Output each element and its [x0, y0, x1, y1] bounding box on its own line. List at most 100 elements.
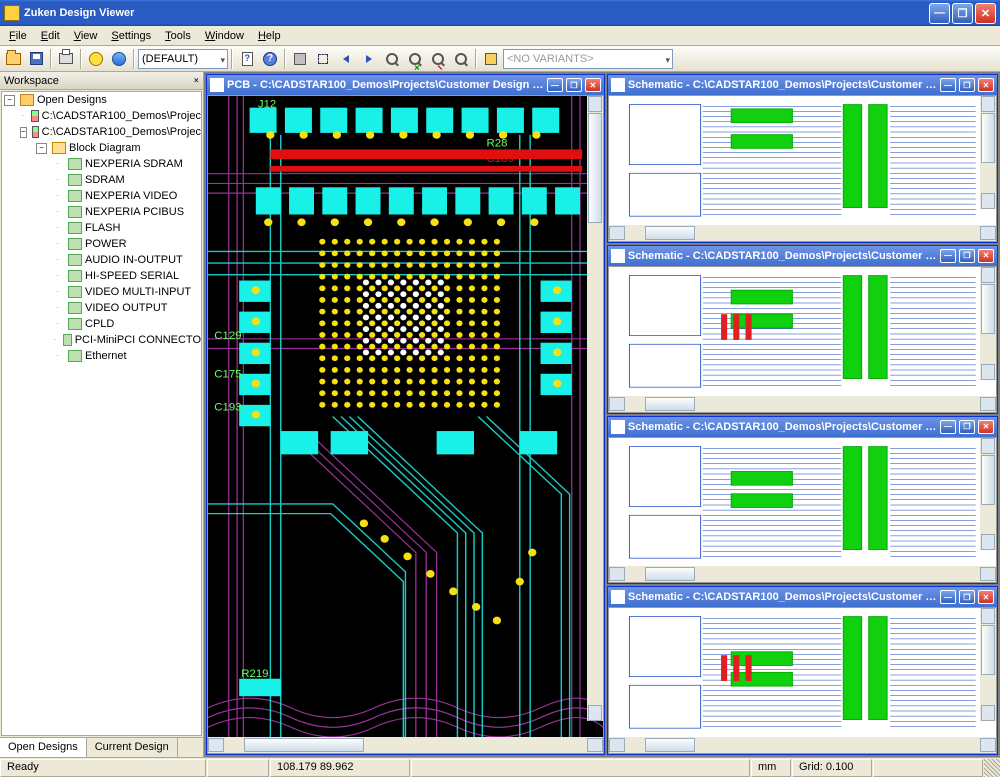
schematic-canvas[interactable]: [609, 267, 996, 396]
silk-c175: C175: [214, 369, 241, 381]
schematic-close-button[interactable]: ✕: [978, 78, 994, 92]
zoom-out-button[interactable]: [427, 48, 449, 70]
colors-button[interactable]: [85, 48, 107, 70]
menu-edit[interactable]: Edit: [34, 28, 67, 44]
pcb-scrollbar-v[interactable]: [587, 96, 603, 721]
tree-sheet[interactable]: Ethernet: [52, 348, 201, 364]
tab-current-design[interactable]: Current Design: [87, 738, 178, 757]
schematic-canvas[interactable]: [609, 438, 996, 567]
menu-view[interactable]: View: [67, 28, 105, 44]
variants-combo[interactable]: <NO VARIANTS>: [503, 49, 673, 69]
schematic-close-button[interactable]: ✕: [978, 249, 994, 263]
maximize-button[interactable]: ❐: [952, 3, 973, 24]
pcb-minimize-button[interactable]: —: [547, 78, 563, 92]
tree-sheet[interactable]: CPLD: [52, 316, 201, 332]
schematic-icon: [611, 590, 625, 604]
tree-sheet[interactable]: SDRAM: [52, 172, 201, 188]
schematic-icon: [611, 78, 625, 92]
schematic-scrollbar-v[interactable]: [980, 438, 996, 551]
close-button[interactable]: ✕: [975, 3, 996, 24]
schematic-maximize-button[interactable]: ❐: [959, 78, 975, 92]
schematic-minimize-button[interactable]: —: [940, 78, 956, 92]
tree-sheet[interactable]: VIDEO OUTPUT: [52, 300, 201, 316]
context-help-button[interactable]: [259, 48, 281, 70]
schematic-minimize-button[interactable]: —: [940, 420, 956, 434]
titlebar: Zuken Design Viewer — ❐ ✕: [0, 0, 1000, 26]
schematic-window: Schematic - C:\CADSTAR100_Demos\Projects…: [607, 74, 998, 243]
menu-file[interactable]: File: [2, 28, 34, 44]
tree-block-diagram[interactable]: Block Diagram: [36, 140, 201, 156]
status-coords: 108.179 89.962: [270, 759, 410, 777]
prev-view-button[interactable]: [335, 48, 357, 70]
menu-window[interactable]: Window: [198, 28, 251, 44]
schematic-window: Schematic - C:\CADSTAR100_Demos\Projects…: [607, 586, 998, 755]
schematic-scrollbar-h[interactable]: [609, 396, 996, 412]
status-units: mm: [751, 759, 791, 777]
tree-sheet[interactable]: HI-SPEED SERIAL: [52, 268, 201, 284]
variant-button[interactable]: [480, 48, 502, 70]
tree-sheet[interactable]: NEXPERIA VIDEO: [52, 188, 201, 204]
schematic-icon: [611, 420, 625, 434]
schematic-maximize-button[interactable]: ❐: [959, 590, 975, 604]
statusbar: Ready 108.179 89.962 mm Grid: 0.100: [0, 757, 1000, 777]
open-button[interactable]: [2, 48, 24, 70]
save-button[interactable]: [25, 48, 47, 70]
status-ready: Ready: [0, 759, 206, 777]
tree-sheet[interactable]: PCI-MiniPCI CONNECTO: [52, 332, 201, 348]
tree-root[interactable]: Open Designs: [4, 92, 201, 108]
schematic-maximize-button[interactable]: ❐: [959, 420, 975, 434]
pcb-window: PCB - C:\CADSTAR100_Demos\Projects\Custo…: [206, 74, 605, 755]
tree-design-1[interactable]: C:\CADSTAR100_Demos\Projec: [20, 108, 201, 124]
minimize-button[interactable]: —: [929, 3, 950, 24]
tree-sheet[interactable]: POWER: [52, 236, 201, 252]
pcb-maximize-button[interactable]: ❐: [566, 78, 582, 92]
schematic-titlebar[interactable]: Schematic - C:\CADSTAR100_Demos\Projects…: [608, 417, 997, 437]
zoom-window-button[interactable]: [381, 48, 403, 70]
menu-help[interactable]: Help: [251, 28, 288, 44]
tree-design-2[interactable]: C:\CADSTAR100_Demos\Projec: [20, 124, 201, 140]
design-tree[interactable]: Open Designs C:\CADSTAR100_Demos\Projec …: [1, 91, 202, 736]
schematic-titlebar[interactable]: Schematic - C:\CADSTAR100_Demos\Projects…: [608, 75, 997, 95]
schematic-scrollbar-v[interactable]: [980, 96, 996, 209]
silk-j12: J12: [258, 99, 276, 111]
tree-sheet[interactable]: NEXPERIA SDRAM: [52, 156, 201, 172]
silk-r28: R28: [487, 138, 508, 150]
menu-tools[interactable]: Tools: [158, 28, 198, 44]
schematic-scrollbar-h[interactable]: [609, 225, 996, 241]
resize-grip[interactable]: [984, 759, 1000, 777]
schematic-canvas[interactable]: [609, 608, 996, 737]
schematic-canvas[interactable]: [609, 96, 996, 225]
schematic-minimize-button[interactable]: —: [940, 249, 956, 263]
zoom-in-button[interactable]: [404, 48, 426, 70]
pcb-scrollbar-h[interactable]: [208, 737, 603, 753]
next-view-button[interactable]: [358, 48, 380, 70]
schematic-close-button[interactable]: ✕: [978, 420, 994, 434]
tree-sheet[interactable]: VIDEO MULTI-INPUT: [52, 284, 201, 300]
default-combo[interactable]: (DEFAULT): [138, 49, 228, 69]
mdi-area: PCB - C:\CADSTAR100_Demos\Projects\Custo…: [204, 72, 1000, 757]
schematic-minimize-button[interactable]: —: [940, 590, 956, 604]
schematic-scrollbar-v[interactable]: [980, 608, 996, 721]
zoom-fit-button[interactable]: [450, 48, 472, 70]
frame-button[interactable]: [289, 48, 311, 70]
extents-button[interactable]: [312, 48, 334, 70]
tree-sheet[interactable]: NEXPERIA PCIBUS: [52, 204, 201, 220]
schematic-maximize-button[interactable]: ❐: [959, 249, 975, 263]
print-button[interactable]: [55, 48, 77, 70]
schematic-scrollbar-h[interactable]: [609, 737, 996, 753]
schematic-titlebar[interactable]: Schematic - C:\CADSTAR100_Demos\Projects…: [608, 587, 997, 607]
pcb-canvas[interactable]: J12 R28 C189 C129 C175 C193 R219: [208, 96, 603, 737]
schematic-scrollbar-h[interactable]: [609, 566, 996, 582]
pcb-close-button[interactable]: ✕: [585, 78, 601, 92]
help-contents-button[interactable]: [236, 48, 258, 70]
schematic-close-button[interactable]: ✕: [978, 590, 994, 604]
tab-open-designs[interactable]: Open Designs: [0, 738, 87, 757]
menu-settings[interactable]: Settings: [104, 28, 158, 44]
tree-sheet[interactable]: AUDIO IN-OUTPUT: [52, 252, 201, 268]
schematic-scrollbar-v[interactable]: [980, 267, 996, 380]
pcb-titlebar[interactable]: PCB - C:\CADSTAR100_Demos\Projects\Custo…: [207, 75, 604, 95]
web-button[interactable]: [108, 48, 130, 70]
tree-sheet[interactable]: FLASH: [52, 220, 201, 236]
workspace-close-icon[interactable]: ×: [194, 76, 199, 86]
schematic-titlebar[interactable]: Schematic - C:\CADSTAR100_Demos\Projects…: [608, 246, 997, 266]
